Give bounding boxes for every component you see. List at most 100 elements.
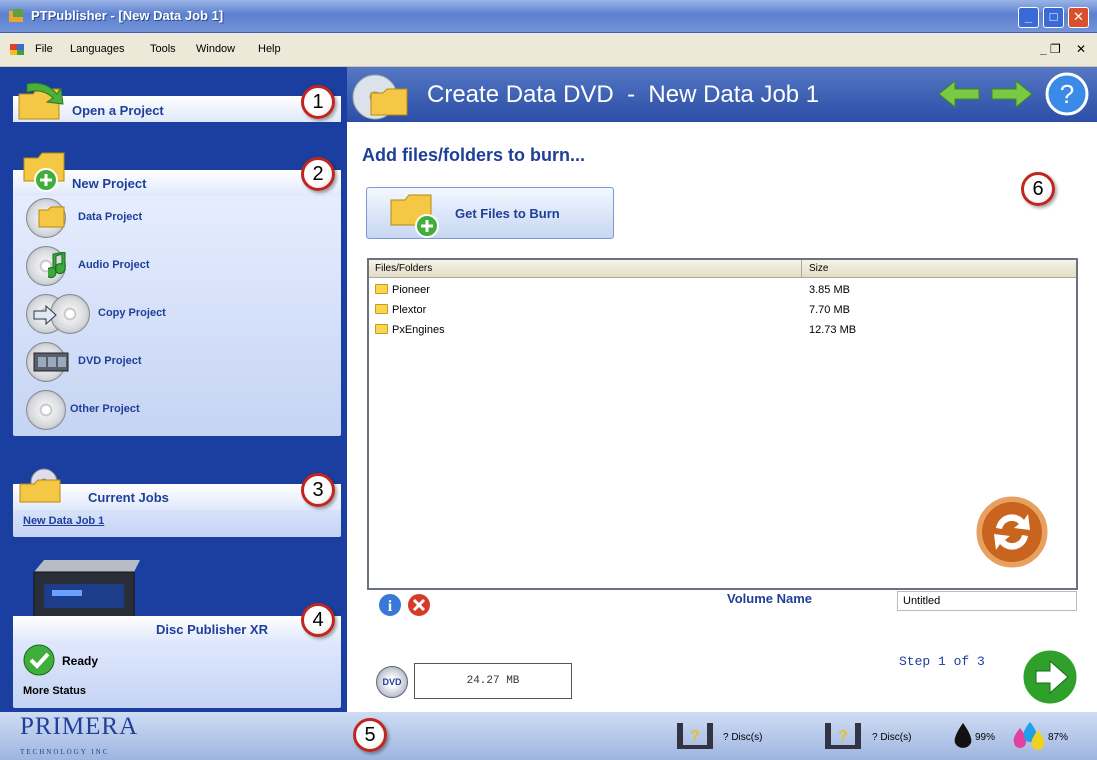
- mdi-doc-icon: [10, 44, 24, 55]
- get-files-button[interactable]: Get Files to Burn: [366, 187, 614, 239]
- folder-icon: [375, 324, 388, 334]
- ready-check-icon: [23, 644, 55, 676]
- svg-text:?: ?: [1060, 79, 1074, 109]
- new-folder-icon: [23, 152, 65, 192]
- file-row[interactable]: PxEngines 12.73 MB: [369, 324, 1069, 344]
- column-divider[interactable]: [801, 260, 802, 278]
- disc-icon: [26, 390, 66, 430]
- total-size-display: 24.27 MB: [414, 663, 572, 699]
- dvd-project-label: DVD Project: [78, 355, 142, 367]
- callout-5: 5: [353, 718, 387, 752]
- audio-project-item[interactable]: Audio Project: [26, 246, 226, 286]
- forward-arrow-icon[interactable]: [990, 79, 1034, 109]
- mdi-restore-icon[interactable]: _ ❐: [1040, 42, 1061, 56]
- callout-3: 3: [301, 473, 335, 507]
- music-note-icon: [48, 252, 66, 279]
- file-name: PxEngines: [375, 324, 445, 336]
- column-size[interactable]: Size: [809, 263, 828, 274]
- copy-arrow-icon: [33, 305, 57, 325]
- status-text: Ready: [62, 654, 99, 668]
- callout-2: 2: [301, 157, 335, 191]
- folder-icon: [375, 284, 388, 294]
- help-icon[interactable]: ?: [1045, 72, 1089, 116]
- job-link[interactable]: New Data Job 1: [23, 515, 104, 527]
- mdi-close-icon[interactable]: ✕: [1076, 42, 1086, 56]
- maximize-button[interactable]: □: [1043, 7, 1064, 28]
- color-ink-level: 87%: [1048, 732, 1069, 743]
- back-arrow-icon[interactable]: [937, 79, 981, 109]
- dvd-disc-icon: DVD: [376, 666, 408, 698]
- new-project-label: New Project: [72, 176, 147, 191]
- other-project-item[interactable]: Other Project: [26, 390, 226, 430]
- data-disc-icon: [352, 74, 408, 120]
- file-row[interactable]: Plextor 7.70 MB: [369, 304, 1069, 324]
- next-step-icon[interactable]: [1018, 645, 1082, 709]
- other-project-label: Other Project: [70, 403, 140, 415]
- primera-logo: PRIMERA TECHNOLOGY INC: [20, 713, 138, 759]
- logo-text: PRIMERA: [20, 713, 139, 740]
- current-jobs-label: Current Jobs: [88, 490, 169, 505]
- file-size: 7.70 MB: [809, 304, 850, 316]
- black-ink-icon: [954, 723, 972, 748]
- volume-name-label: Volume Name: [727, 591, 813, 606]
- menu-file[interactable]: File: [35, 43, 53, 55]
- menu-tools[interactable]: Tools: [150, 43, 176, 55]
- remove-icon[interactable]: [405, 591, 433, 619]
- bin1-count: ? Disc(s): [723, 732, 763, 743]
- black-ink-level: 99%: [975, 732, 996, 743]
- menu-help[interactable]: Help: [258, 43, 281, 55]
- get-files-label: Get Files to Burn: [455, 206, 560, 221]
- svg-text:?: ?: [690, 728, 700, 745]
- open-project-label: Open a Project: [72, 103, 164, 118]
- minimize-button[interactable]: _: [1018, 7, 1039, 28]
- close-button[interactable]: ✕: [1068, 7, 1089, 28]
- film-reel-icon: [33, 352, 69, 372]
- add-files-heading: Add files/folders to burn...: [362, 145, 586, 165]
- volume-name-input[interactable]: [897, 591, 1077, 611]
- open-folder-icon: [18, 82, 64, 120]
- svg-text:i: i: [388, 598, 393, 615]
- copy-project-item[interactable]: Copy Project: [26, 294, 226, 334]
- ptpublisher-window: PTPublisher - [New Data Job 1] _ □ ✕ Fil…: [0, 0, 1097, 760]
- printer-bin-icon: ?: [677, 723, 713, 749]
- app-icon: [9, 9, 23, 22]
- status-bar: [0, 712, 1097, 760]
- data-project-item[interactable]: Data Project: [26, 198, 226, 238]
- bin2-count: ? Disc(s): [872, 732, 912, 743]
- file-row[interactable]: Pioneer 3.85 MB: [369, 284, 1069, 304]
- color-ink-icon: [1013, 722, 1045, 750]
- folder-icon: [38, 206, 65, 228]
- file-size: 12.73 MB: [809, 324, 857, 336]
- folder-icon: [375, 304, 388, 314]
- refresh-burn-icon[interactable]: [972, 492, 1052, 572]
- menu-bar: File Languages Tools Window Help _ ❐ ✕: [0, 33, 1097, 67]
- callout-6: 6: [1021, 172, 1055, 206]
- file-name: Plextor: [375, 304, 426, 316]
- more-status-link[interactable]: More Status: [23, 685, 86, 697]
- page-title: Create Data DVD - New Data Job 1: [427, 81, 820, 108]
- step-indicator: Step 1 of 3: [899, 654, 985, 669]
- info-icon[interactable]: i: [376, 591, 404, 619]
- callout-1: 1: [301, 85, 335, 119]
- main-header: Create Data DVD - New Data Job 1 ?: [347, 67, 1097, 122]
- logo-subtitle: TECHNOLOGY INC: [20, 748, 110, 756]
- copy-project-label: Copy Project: [98, 307, 166, 319]
- dvd-project-item[interactable]: DVD Project: [26, 342, 226, 382]
- title-bar: PTPublisher - [New Data Job 1] _ □ ✕: [0, 0, 1097, 33]
- menu-languages[interactable]: Languages: [70, 43, 124, 55]
- menu-window[interactable]: Window: [196, 43, 235, 55]
- device-header: Disc Publisher XR: [13, 616, 341, 642]
- file-list-header: Files/Folders Size: [369, 260, 1076, 278]
- window-title: PTPublisher - [New Data Job 1]: [31, 8, 224, 23]
- device-name: Disc Publisher XR: [156, 622, 268, 637]
- add-folder-icon: [390, 194, 439, 238]
- jobs-disc-folder-icon: [19, 468, 61, 503]
- column-files[interactable]: Files/Folders: [375, 263, 432, 274]
- data-project-label: Data Project: [78, 211, 143, 223]
- audio-project-label: Audio Project: [78, 259, 150, 271]
- printer-bin-icon: ?: [825, 723, 861, 749]
- file-size: 3.85 MB: [809, 284, 850, 296]
- svg-text:?: ?: [838, 728, 848, 745]
- file-list[interactable]: Files/Folders Size Pioneer 3.85 MB Plext…: [367, 258, 1078, 590]
- file-name: Pioneer: [375, 284, 430, 296]
